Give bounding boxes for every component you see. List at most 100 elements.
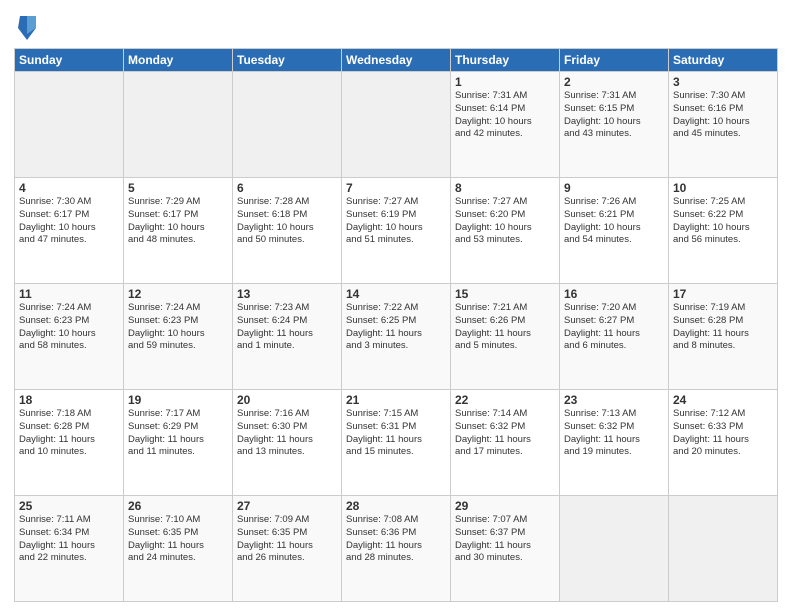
day-info: Sunrise: 7:07 AMSunset: 6:37 PMDaylight:… [455, 514, 555, 565]
day-info: Sunrise: 7:28 AMSunset: 6:18 PMDaylight:… [237, 196, 337, 247]
day-info: Sunrise: 7:08 AMSunset: 6:36 PMDaylight:… [346, 514, 446, 565]
calendar-cell: 3Sunrise: 7:30 AMSunset: 6:16 PMDaylight… [669, 72, 778, 178]
week-row-2: 4Sunrise: 7:30 AMSunset: 6:17 PMDaylight… [15, 178, 778, 284]
day-info: Sunrise: 7:13 AMSunset: 6:32 PMDaylight:… [564, 408, 664, 459]
calendar-cell: 1Sunrise: 7:31 AMSunset: 6:14 PMDaylight… [451, 72, 560, 178]
week-row-3: 11Sunrise: 7:24 AMSunset: 6:23 PMDayligh… [15, 284, 778, 390]
calendar-cell: 10Sunrise: 7:25 AMSunset: 6:22 PMDayligh… [669, 178, 778, 284]
day-info: Sunrise: 7:14 AMSunset: 6:32 PMDaylight:… [455, 408, 555, 459]
week-row-5: 25Sunrise: 7:11 AMSunset: 6:34 PMDayligh… [15, 496, 778, 602]
day-info: Sunrise: 7:19 AMSunset: 6:28 PMDaylight:… [673, 302, 773, 353]
logo-icon [16, 14, 38, 42]
day-info: Sunrise: 7:27 AMSunset: 6:20 PMDaylight:… [455, 196, 555, 247]
day-number: 7 [346, 181, 446, 195]
calendar-cell: 11Sunrise: 7:24 AMSunset: 6:23 PMDayligh… [15, 284, 124, 390]
calendar-cell: 14Sunrise: 7:22 AMSunset: 6:25 PMDayligh… [342, 284, 451, 390]
calendar-cell: 19Sunrise: 7:17 AMSunset: 6:29 PMDayligh… [124, 390, 233, 496]
calendar-cell [342, 72, 451, 178]
calendar-cell: 26Sunrise: 7:10 AMSunset: 6:35 PMDayligh… [124, 496, 233, 602]
day-number: 14 [346, 287, 446, 301]
day-info: Sunrise: 7:26 AMSunset: 6:21 PMDaylight:… [564, 196, 664, 247]
weekday-header-saturday: Saturday [669, 49, 778, 72]
day-number: 12 [128, 287, 228, 301]
calendar-cell [15, 72, 124, 178]
day-info: Sunrise: 7:15 AMSunset: 6:31 PMDaylight:… [346, 408, 446, 459]
calendar-cell: 12Sunrise: 7:24 AMSunset: 6:23 PMDayligh… [124, 284, 233, 390]
day-info: Sunrise: 7:30 AMSunset: 6:16 PMDaylight:… [673, 90, 773, 141]
calendar-cell: 24Sunrise: 7:12 AMSunset: 6:33 PMDayligh… [669, 390, 778, 496]
calendar-cell: 23Sunrise: 7:13 AMSunset: 6:32 PMDayligh… [560, 390, 669, 496]
week-row-1: 1Sunrise: 7:31 AMSunset: 6:14 PMDaylight… [15, 72, 778, 178]
day-number: 27 [237, 499, 337, 513]
day-number: 17 [673, 287, 773, 301]
day-number: 1 [455, 75, 555, 89]
day-number: 26 [128, 499, 228, 513]
day-number: 8 [455, 181, 555, 195]
weekday-header-wednesday: Wednesday [342, 49, 451, 72]
day-info: Sunrise: 7:17 AMSunset: 6:29 PMDaylight:… [128, 408, 228, 459]
week-row-4: 18Sunrise: 7:18 AMSunset: 6:28 PMDayligh… [15, 390, 778, 496]
calendar-cell: 8Sunrise: 7:27 AMSunset: 6:20 PMDaylight… [451, 178, 560, 284]
weekday-header-sunday: Sunday [15, 49, 124, 72]
day-info: Sunrise: 7:27 AMSunset: 6:19 PMDaylight:… [346, 196, 446, 247]
day-number: 24 [673, 393, 773, 407]
calendar-cell: 9Sunrise: 7:26 AMSunset: 6:21 PMDaylight… [560, 178, 669, 284]
day-info: Sunrise: 7:24 AMSunset: 6:23 PMDaylight:… [19, 302, 119, 353]
day-info: Sunrise: 7:25 AMSunset: 6:22 PMDaylight:… [673, 196, 773, 247]
day-number: 29 [455, 499, 555, 513]
day-number: 6 [237, 181, 337, 195]
day-number: 15 [455, 287, 555, 301]
calendar-cell: 4Sunrise: 7:30 AMSunset: 6:17 PMDaylight… [15, 178, 124, 284]
day-number: 10 [673, 181, 773, 195]
calendar-cell [124, 72, 233, 178]
calendar-cell [233, 72, 342, 178]
calendar-cell: 18Sunrise: 7:18 AMSunset: 6:28 PMDayligh… [15, 390, 124, 496]
calendar-cell: 20Sunrise: 7:16 AMSunset: 6:30 PMDayligh… [233, 390, 342, 496]
weekday-header-tuesday: Tuesday [233, 49, 342, 72]
calendar-cell [560, 496, 669, 602]
calendar-cell: 29Sunrise: 7:07 AMSunset: 6:37 PMDayligh… [451, 496, 560, 602]
day-number: 5 [128, 181, 228, 195]
day-number: 20 [237, 393, 337, 407]
calendar-cell: 16Sunrise: 7:20 AMSunset: 6:27 PMDayligh… [560, 284, 669, 390]
day-info: Sunrise: 7:31 AMSunset: 6:14 PMDaylight:… [455, 90, 555, 141]
calendar-cell: 17Sunrise: 7:19 AMSunset: 6:28 PMDayligh… [669, 284, 778, 390]
day-info: Sunrise: 7:12 AMSunset: 6:33 PMDaylight:… [673, 408, 773, 459]
weekday-header-monday: Monday [124, 49, 233, 72]
calendar-cell: 22Sunrise: 7:14 AMSunset: 6:32 PMDayligh… [451, 390, 560, 496]
weekday-header-row: SundayMondayTuesdayWednesdayThursdayFrid… [15, 49, 778, 72]
day-info: Sunrise: 7:16 AMSunset: 6:30 PMDaylight:… [237, 408, 337, 459]
day-info: Sunrise: 7:21 AMSunset: 6:26 PMDaylight:… [455, 302, 555, 353]
day-info: Sunrise: 7:18 AMSunset: 6:28 PMDaylight:… [19, 408, 119, 459]
day-number: 4 [19, 181, 119, 195]
calendar-cell: 21Sunrise: 7:15 AMSunset: 6:31 PMDayligh… [342, 390, 451, 496]
day-number: 11 [19, 287, 119, 301]
day-number: 2 [564, 75, 664, 89]
calendar-cell [669, 496, 778, 602]
header [14, 10, 778, 42]
day-number: 9 [564, 181, 664, 195]
weekday-header-thursday: Thursday [451, 49, 560, 72]
day-info: Sunrise: 7:23 AMSunset: 6:24 PMDaylight:… [237, 302, 337, 353]
day-number: 16 [564, 287, 664, 301]
day-info: Sunrise: 7:11 AMSunset: 6:34 PMDaylight:… [19, 514, 119, 565]
logo [14, 14, 38, 42]
day-info: Sunrise: 7:20 AMSunset: 6:27 PMDaylight:… [564, 302, 664, 353]
weekday-header-friday: Friday [560, 49, 669, 72]
calendar-cell: 25Sunrise: 7:11 AMSunset: 6:34 PMDayligh… [15, 496, 124, 602]
day-info: Sunrise: 7:10 AMSunset: 6:35 PMDaylight:… [128, 514, 228, 565]
day-info: Sunrise: 7:31 AMSunset: 6:15 PMDaylight:… [564, 90, 664, 141]
day-number: 18 [19, 393, 119, 407]
day-info: Sunrise: 7:09 AMSunset: 6:35 PMDaylight:… [237, 514, 337, 565]
day-number: 23 [564, 393, 664, 407]
day-number: 25 [19, 499, 119, 513]
day-number: 13 [237, 287, 337, 301]
calendar-cell: 7Sunrise: 7:27 AMSunset: 6:19 PMDaylight… [342, 178, 451, 284]
calendar-cell: 15Sunrise: 7:21 AMSunset: 6:26 PMDayligh… [451, 284, 560, 390]
calendar-cell: 13Sunrise: 7:23 AMSunset: 6:24 PMDayligh… [233, 284, 342, 390]
calendar-cell: 6Sunrise: 7:28 AMSunset: 6:18 PMDaylight… [233, 178, 342, 284]
calendar-cell: 27Sunrise: 7:09 AMSunset: 6:35 PMDayligh… [233, 496, 342, 602]
day-number: 21 [346, 393, 446, 407]
day-number: 22 [455, 393, 555, 407]
calendar-cell: 28Sunrise: 7:08 AMSunset: 6:36 PMDayligh… [342, 496, 451, 602]
